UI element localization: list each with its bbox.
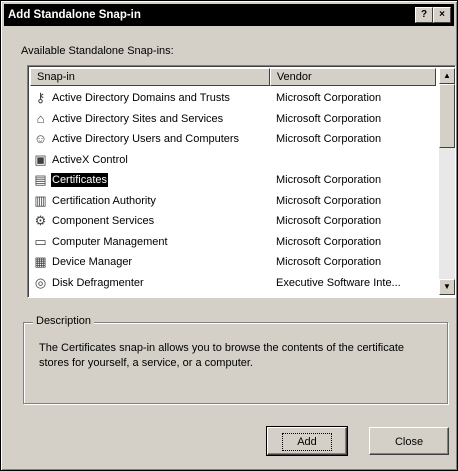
- list-item[interactable]: ☺ Active Directory Users and Computers Mic…: [30, 129, 436, 150]
- list-item[interactable]: ⚷ Active Directory Domains and Trusts Micr…: [30, 88, 436, 109]
- close-button[interactable]: Close: [369, 427, 449, 455]
- snapin-list[interactable]: Snap-in Vendor ⚷ Active Directory Domains…: [27, 65, 456, 298]
- certificates-icon: ▤: [34, 172, 47, 187]
- list-item[interactable]: ⌂ Active Directory Sites and Services Micr…: [30, 109, 436, 130]
- sites-services-icon: ⌂: [36, 110, 45, 126]
- snapin-name: Computer Management: [52, 235, 168, 248]
- list-item[interactable]: ◎ Disk Defragmenter Executive Software Int…: [30, 273, 436, 294]
- domains-trusts-icon: ⚷: [35, 90, 46, 105]
- snapin-name: Active Directory Users and Computers: [52, 133, 240, 145]
- list-item[interactable]: ⚙ Component Services Microsoft Corporation: [30, 211, 436, 232]
- component-services-icon: ⚙: [34, 213, 47, 228]
- snapin-name: Component Services: [52, 215, 155, 227]
- scroll-down-button[interactable]: ▼: [439, 279, 455, 295]
- available-snapins-label: Available Standalone Snap-ins:: [21, 45, 174, 57]
- snapin-vendor: Microsoft Corporation: [276, 215, 382, 227]
- snapin-vendor: Microsoft Corporation: [276, 174, 382, 186]
- snapin-name: Certificates: [51, 173, 109, 187]
- snapin-name: Device Manager: [52, 256, 133, 268]
- snapin-vendor: Microsoft Corporation: [276, 235, 382, 248]
- column-header-snapin[interactable]: Snap-in: [30, 68, 270, 86]
- disk-defragmenter-icon: ◎: [34, 274, 47, 290]
- list-item[interactable]: ▣ ActiveX Control: [30, 150, 436, 171]
- add-button[interactable]: Add: [266, 426, 348, 456]
- description-text: The Certificates snap-in allows you to b…: [39, 342, 405, 369]
- snapin-vendor: Microsoft Corporation: [276, 194, 382, 207]
- snapin-vendor: Microsoft Corporation: [276, 133, 382, 145]
- add-standalone-snapin-dialog: Add Standalone Snap-in ? × Available Sta…: [0, 0, 458, 471]
- snapin-name: ActiveX Control: [52, 153, 128, 166]
- list-item[interactable]: ▭ Computer Management Microsoft Corporatio…: [30, 232, 436, 253]
- snapin-vendor: Executive Software Inte...: [276, 276, 401, 289]
- scroll-up-button[interactable]: ▲: [439, 68, 455, 84]
- list-item[interactable]: ▦ Device Manager Microsoft Corporation: [30, 252, 436, 273]
- add-button-label: Add: [282, 433, 332, 451]
- snapin-rows: ⚷ Active Directory Domains and Trusts Micr…: [30, 88, 436, 293]
- snapin-vendor: Microsoft Corporation: [276, 112, 382, 125]
- help-button[interactable]: ?: [415, 7, 433, 23]
- description-label: Description: [33, 315, 95, 327]
- snapin-name: Active Directory Sites and Services: [52, 112, 224, 125]
- list-item[interactable]: ▤ Certificates Microsoft Corporation: [30, 170, 436, 191]
- snapin-name: Disk Defragmenter: [52, 276, 144, 289]
- snapin-vendor: Microsoft Corporation: [276, 256, 382, 268]
- device-manager-icon: ▦: [34, 254, 47, 269]
- window-title: Add Standalone Snap-in: [8, 9, 141, 21]
- column-header-vendor[interactable]: Vendor: [269, 68, 436, 86]
- snapin-vendor: Microsoft Corporation: [276, 92, 382, 104]
- activex-control-icon: ▣: [34, 151, 47, 167]
- close-window-button[interactable]: ×: [433, 7, 451, 23]
- snapin-name: Active Directory Domains and Trusts: [52, 92, 230, 104]
- list-item[interactable]: ▥ Certification Authority Microsoft Corpor…: [30, 191, 436, 212]
- users-computers-icon: ☺: [33, 131, 48, 146]
- computer-management-icon: ▭: [34, 233, 47, 249]
- certification-authority-icon: ▥: [34, 192, 47, 208]
- snapin-name: Certification Authority: [52, 194, 156, 207]
- column-headers: Snap-in Vendor: [30, 68, 436, 86]
- title-bar[interactable]: Add Standalone Snap-in ? ×: [4, 4, 454, 26]
- scroll-thumb[interactable]: [439, 84, 455, 148]
- vertical-scrollbar[interactable]: ▲ ▼: [439, 68, 455, 295]
